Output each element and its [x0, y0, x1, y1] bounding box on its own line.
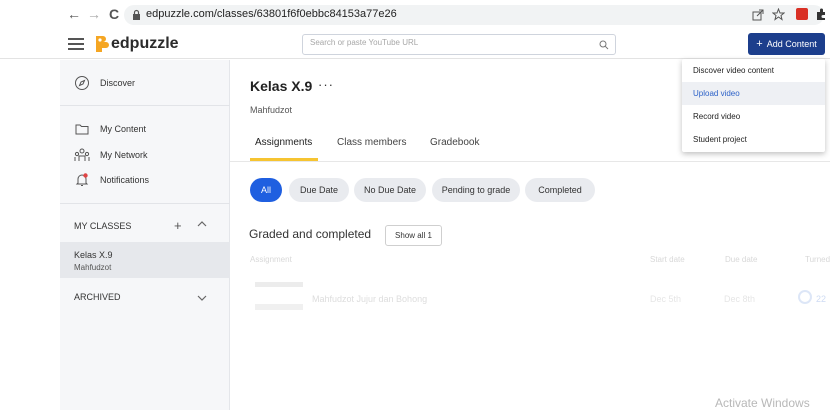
sidebar-item-my-network[interactable]: My Network	[74, 147, 224, 165]
more-options-icon[interactable]: ···	[318, 77, 334, 92]
sidebar-item-label: My Content	[100, 124, 147, 134]
filter-pending-to-grade[interactable]: Pending to grade	[432, 178, 520, 202]
chevron-down-icon[interactable]	[196, 292, 208, 304]
assignment-thumbnail	[255, 282, 303, 287]
logo-text[interactable]: edpuzzle	[111, 35, 179, 53]
add-content-menu: Discover video content Upload video Reco…	[682, 59, 825, 152]
bookmark-star-icon[interactable]	[772, 8, 785, 21]
assignment-start-date: Dec 5th	[650, 294, 682, 304]
tab-gradebook[interactable]: Gradebook	[430, 137, 479, 148]
share-icon[interactable]	[752, 9, 764, 21]
menu-item-upload-video[interactable]: Upload video	[682, 82, 825, 105]
sidebar-item-label: Notifications	[100, 175, 150, 185]
page-title: Kelas X.9	[250, 78, 313, 94]
assignment-thumbnail	[255, 304, 303, 310]
sidebar-item-notifications[interactable]: Notifications	[74, 172, 224, 190]
class-teacher: Mahfudzot	[74, 263, 112, 272]
assignment-due-date: Dec 8th	[724, 294, 756, 304]
edpuzzle-logo-icon[interactable]	[92, 34, 110, 54]
sidebar-item-label: My Network	[100, 150, 148, 160]
menu-item-discover-video[interactable]: Discover video content	[682, 59, 825, 82]
tab-assignments[interactable]: Assignments	[255, 137, 312, 148]
menu-item-student-project[interactable]: Student project	[682, 128, 825, 151]
assignment-title: Mahfudzot Jujur dan Bohong	[312, 294, 428, 304]
folder-icon	[75, 124, 89, 135]
add-class-icon[interactable]: +	[174, 218, 182, 233]
sidebar-item-label: Discover	[100, 78, 136, 88]
divider	[60, 105, 230, 106]
puzzle-icon[interactable]	[815, 8, 827, 21]
sidebar: Discover My Content My Network Notificat…	[60, 60, 230, 410]
search-icon[interactable]	[599, 40, 609, 50]
filter-due-date[interactable]: Due Date	[289, 178, 349, 202]
back-icon[interactable]: ←	[66, 6, 82, 22]
browser-toolbar: ← → C edpuzzle.com/classes/63801f6f0ebbc…	[0, 0, 830, 30]
forward-icon[interactable]: →	[86, 6, 102, 22]
app-header: edpuzzle +Add Content	[0, 30, 830, 59]
extension-icon[interactable]	[796, 8, 808, 20]
filter-all[interactable]: All	[250, 178, 282, 202]
add-content-button[interactable]: + Add Content	[748, 33, 825, 55]
divider	[60, 203, 230, 204]
compass-icon	[75, 76, 89, 90]
tab-class-members[interactable]: Class members	[337, 137, 406, 148]
reload-icon[interactable]: C	[106, 6, 122, 22]
column-header-start-date: Start date	[650, 255, 685, 264]
sidebar-class-kelas[interactable]: Kelas X.9 Mahfudzot	[60, 242, 230, 278]
add-content-label: Add Content	[766, 39, 817, 49]
class-name: Kelas X.9	[74, 250, 113, 260]
lock-icon	[133, 9, 140, 20]
archived-heading[interactable]: ARCHIVED	[74, 292, 121, 302]
windows-activation-watermark: Activate Windows	[715, 396, 810, 410]
url-text: edpuzzle.com/classes/63801f6f0ebbc84153a…	[146, 8, 397, 20]
search-box[interactable]	[302, 34, 616, 55]
assignment-row[interactable]: Mahfudzot Jujur dan Bohong Dec 5th Dec 8…	[250, 280, 830, 320]
bell-icon	[75, 173, 89, 186]
column-header-due-date: Due date	[725, 255, 758, 264]
assignment-turned-in: 22	[816, 294, 827, 304]
search-input[interactable]	[310, 38, 590, 47]
tabs-divider	[230, 161, 830, 162]
filter-no-due-date[interactable]: No Due Date	[354, 178, 426, 202]
column-header-turned: Turned	[805, 255, 830, 264]
sidebar-item-my-content[interactable]: My Content	[74, 121, 224, 139]
network-icon	[74, 148, 90, 161]
filter-completed[interactable]: Completed	[525, 178, 595, 202]
class-teacher-name: Mahfudzot	[250, 105, 293, 115]
column-header-assignment: Assignment	[250, 255, 292, 264]
chevron-up-icon[interactable]	[196, 218, 208, 230]
my-classes-heading[interactable]: MY CLASSES	[74, 221, 131, 231]
show-all-button[interactable]: Show all 1	[385, 225, 442, 246]
progress-ring-icon	[798, 290, 812, 304]
plus-icon: +	[756, 38, 763, 50]
sidebar-item-discover[interactable]: Discover	[74, 75, 224, 93]
menu-item-record-video[interactable]: Record video	[682, 105, 825, 128]
active-tab-indicator	[250, 158, 318, 161]
address-bar[interactable]: edpuzzle.com/classes/63801f6f0ebbc84153a…	[124, 5, 824, 25]
menu-icon[interactable]	[68, 37, 84, 51]
section-title: Graded and completed	[249, 227, 372, 241]
